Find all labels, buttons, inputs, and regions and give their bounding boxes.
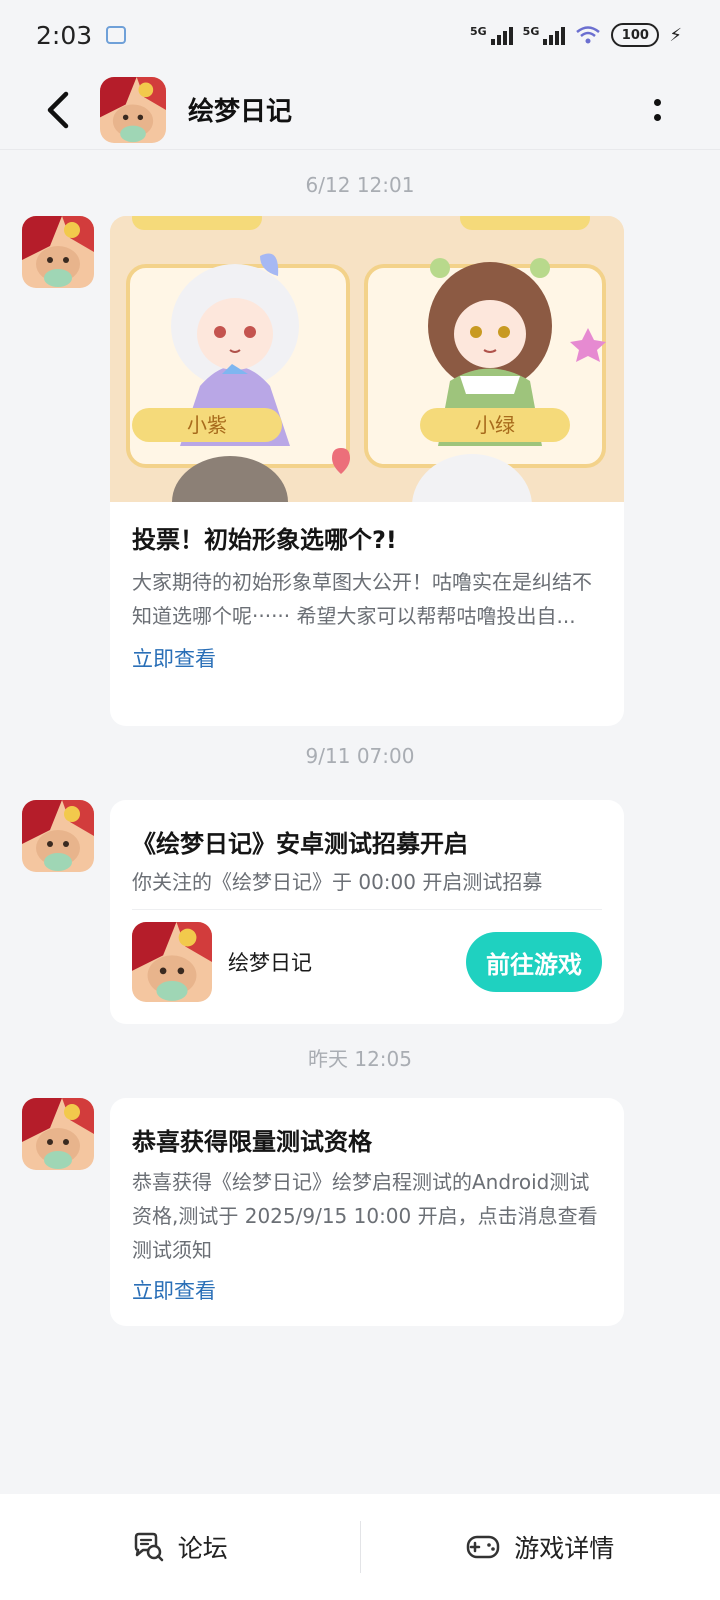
forum-chat-icon — [134, 1532, 163, 1562]
hero-label: 小紫 — [187, 413, 227, 437]
game-details-label: 游戏详情 — [514, 1534, 615, 1563]
message-title: 《绘梦日记》安卓测试招募开启 — [132, 830, 468, 858]
chevron-left-icon — [47, 91, 69, 128]
game-logo-icon — [132, 922, 212, 1002]
game-name: 绘梦日记 — [228, 951, 312, 975]
message-body: 恭喜获得《绘梦日记》绘梦启程测试的Android测试资格,测试于 2025/9/… — [132, 1170, 598, 1262]
battery-icon: 100 — [611, 23, 660, 47]
charging-icon: ⚡ — [669, 24, 682, 46]
message-card[interactable]: 小紫 小绿 投票！初始形象选哪个?! 大家期待的初始形象草图大公开！咕噜实在是纠… — [110, 216, 624, 726]
forum-button[interactable]: 论坛 — [0, 1494, 360, 1600]
forum-label: 论坛 — [177, 1534, 228, 1563]
message-title: 投票！初始形象选哪个?! — [132, 526, 397, 554]
message-card[interactable]: 《绘梦日记》安卓测试招募开启 你关注的《绘梦日记》于 00:00 开启测试招募 … — [110, 800, 624, 1024]
page-title: 绘梦日记 — [188, 97, 293, 127]
signal-icon: 5G — [470, 25, 513, 45]
sender-avatar[interactable] — [22, 1098, 94, 1170]
back-button[interactable] — [28, 80, 88, 140]
game-logo-icon — [100, 76, 166, 143]
view-now-link[interactable]: 立即查看 — [132, 1275, 602, 1305]
sender-avatar[interactable] — [22, 800, 94, 872]
notification-icon — [106, 26, 127, 44]
wifi-icon — [576, 26, 601, 44]
game-icon[interactable] — [132, 922, 212, 1002]
character-artwork: 小紫 小绿 — [110, 216, 624, 502]
more-dot-icon — [653, 99, 661, 106]
message-timestamp: 9/11 07:00 — [305, 744, 415, 768]
announcement-image: 小紫 小绿 — [110, 216, 624, 502]
message-card[interactable]: 恭喜获得限量测试资格 恭喜获得《绘梦日记》绘梦启程测试的Android测试资格,… — [110, 1098, 624, 1326]
hero-label: 小绿 — [475, 413, 515, 437]
game-logo-icon — [22, 216, 94, 288]
game-logo-icon — [22, 1098, 94, 1170]
game-logo-icon — [22, 800, 94, 872]
status-time: 2:03 — [36, 20, 93, 50]
gamepad-icon — [466, 1535, 500, 1559]
go-to-game-button[interactable]: 前往游戏 — [466, 932, 602, 992]
message-timestamp: 6/12 12:01 — [305, 173, 415, 197]
more-options-button[interactable] — [642, 88, 672, 132]
status-bar: 2:03 5G 5G 100 ⚡ — [0, 0, 720, 70]
view-now-link[interactable]: 立即查看 — [132, 643, 602, 673]
signal-icon: 5G — [523, 25, 566, 45]
message-title: 恭喜获得限量测试资格 — [132, 1128, 372, 1156]
message-body: 你关注的《绘梦日记》于 00:00 开启测试招募 — [132, 870, 543, 894]
game-details-button[interactable]: 游戏详情 — [361, 1494, 720, 1600]
sender-avatar[interactable] — [22, 216, 94, 288]
game-row: 绘梦日记 前往游戏 — [110, 910, 624, 1002]
bottom-navigation: 论坛 游戏详情 — [0, 1494, 720, 1600]
more-dot-icon — [653, 114, 661, 121]
top-app-bar: 绘梦日记 — [0, 70, 720, 150]
message-body: 大家期待的初始形象草图大公开！咕噜实在是纠结不知道选哪个呢······ 希望大家… — [132, 570, 592, 628]
message-timestamp: 昨天 12:05 — [308, 1047, 412, 1071]
game-avatar[interactable] — [100, 76, 166, 143]
